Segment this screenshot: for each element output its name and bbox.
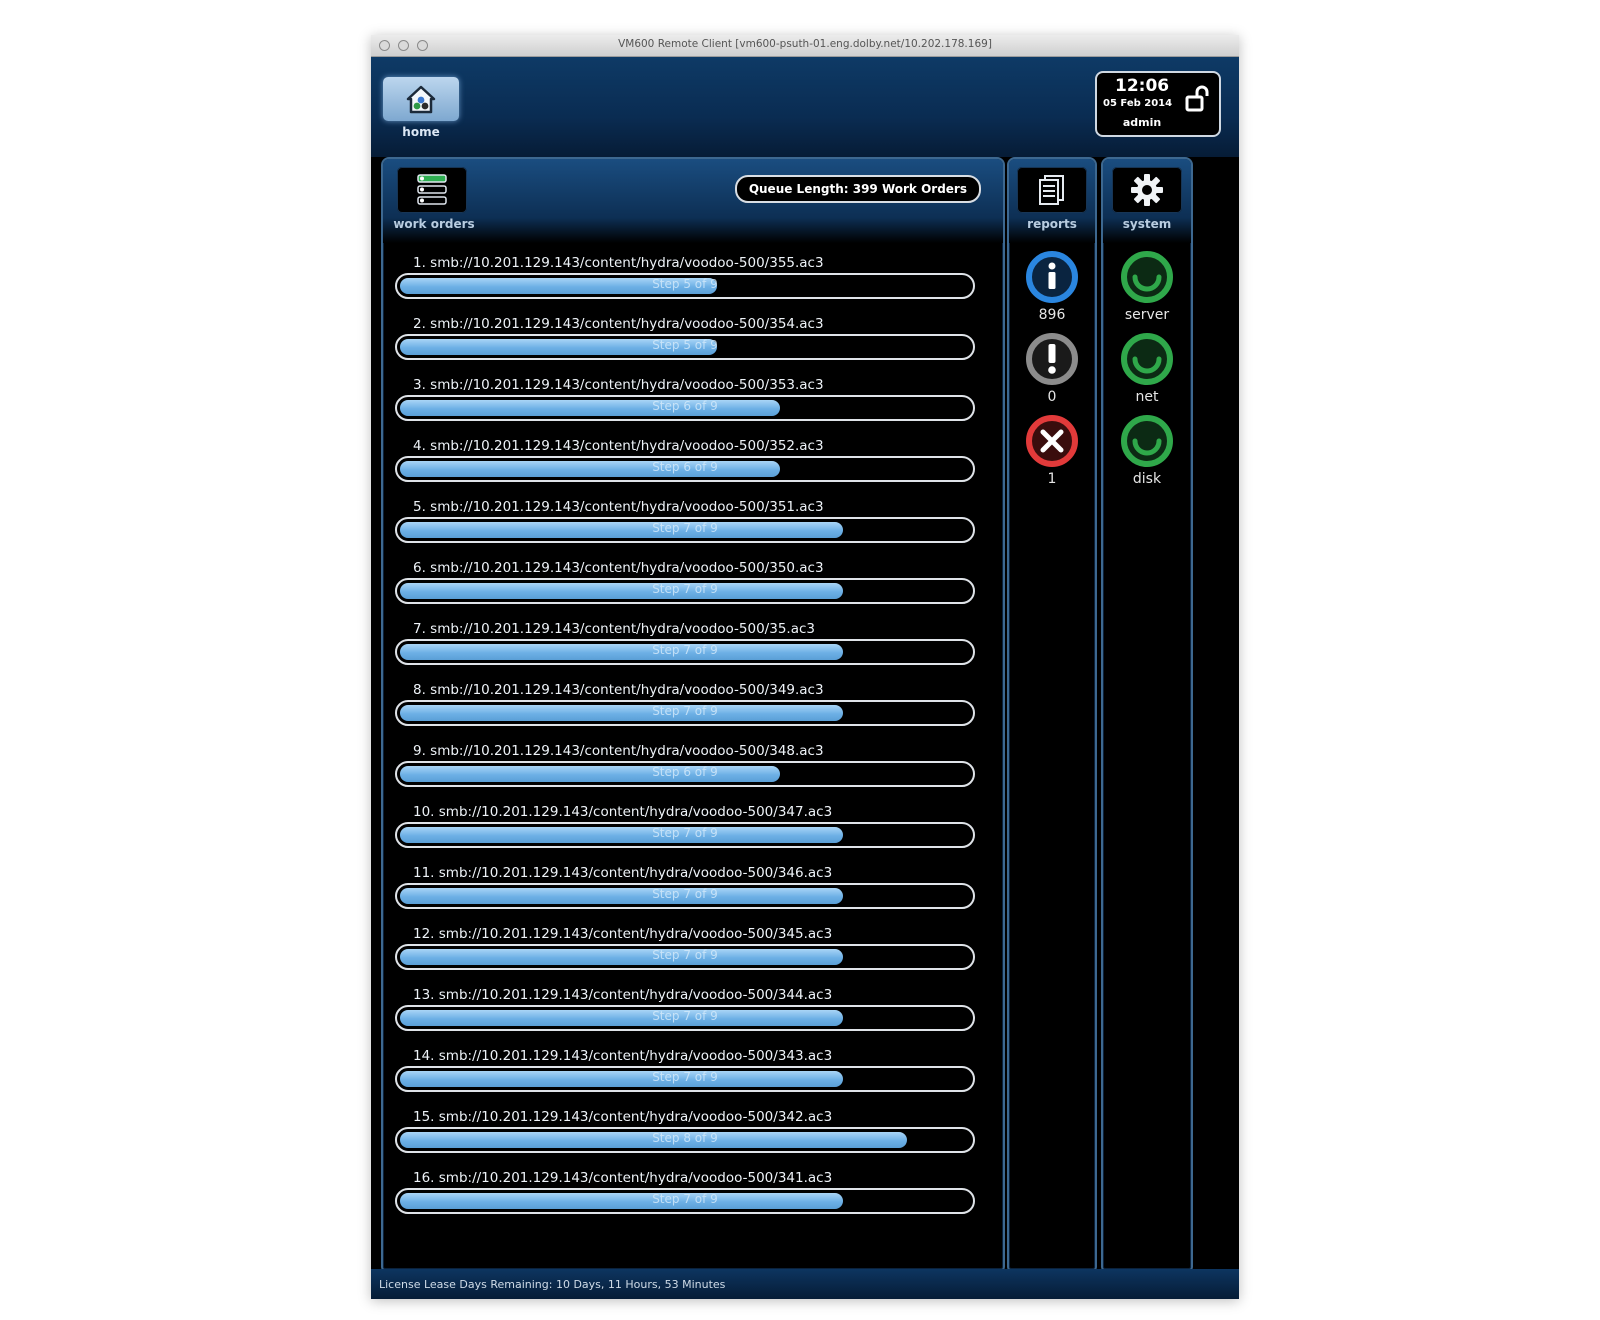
disk-status-ok-icon xyxy=(1121,415,1173,467)
work-order-step-text: Step 7 of 9 xyxy=(652,1009,718,1023)
document-icon xyxy=(1039,175,1064,205)
work-orders-panel-header: work orders Queue Length: 399 Work Order… xyxy=(383,159,1003,243)
work-orders-label: work orders xyxy=(393,217,475,231)
server-status-item[interactable]: server xyxy=(1103,249,1191,323)
server-status-label: server xyxy=(1124,307,1170,323)
title-bar: VM600 Remote Client [vm600-psuth-01.eng.… xyxy=(371,35,1239,57)
work-order-step-text: Step 6 of 9 xyxy=(652,765,718,779)
work-order-row[interactable]: 6. smb://10.201.129.143/content/hydra/vo… xyxy=(395,560,983,621)
net-status-item[interactable]: net xyxy=(1103,331,1191,405)
work-order-path: 5. smb://10.201.129.143/content/hydra/vo… xyxy=(413,499,824,515)
work-order-step-text: Step 7 of 9 xyxy=(652,582,718,596)
work-order-step-text: Step 7 of 9 xyxy=(652,1192,718,1206)
server-status-ok-icon xyxy=(1121,251,1173,303)
work-order-path: 13. smb://10.201.129.143/content/hydra/v… xyxy=(413,987,833,1003)
work-orders-panel: work orders Queue Length: 399 Work Order… xyxy=(381,157,1005,1271)
home-icon xyxy=(406,85,436,114)
work-order-path: 14. smb://10.201.129.143/content/hydra/v… xyxy=(413,1048,833,1064)
work-order-path: 11. smb://10.201.129.143/content/hydra/v… xyxy=(413,865,833,881)
reports-button[interactable] xyxy=(1017,167,1087,213)
license-status: License Lease Days Remaining: 10 Days, 1… xyxy=(379,1278,726,1291)
work-order-step-text: Step 5 of 9 xyxy=(652,277,718,291)
work-order-step-text: Step 7 of 9 xyxy=(652,1070,718,1084)
reports-panel-header: reports xyxy=(1009,159,1095,243)
work-order-row[interactable]: 10. smb://10.201.129.143/content/hydra/v… xyxy=(395,804,983,865)
work-order-step-text: Step 7 of 9 xyxy=(652,704,718,718)
work-order-row[interactable]: 2. smb://10.201.129.143/content/hydra/vo… xyxy=(395,316,983,377)
work-order-row[interactable]: 15. smb://10.201.129.143/content/hydra/v… xyxy=(395,1109,983,1170)
warning-count: 0 xyxy=(1047,389,1057,405)
work-order-path: 15. smb://10.201.129.143/content/hydra/v… xyxy=(413,1109,833,1125)
gear-icon xyxy=(1131,174,1163,206)
work-order-row[interactable]: 3. smb://10.201.129.143/content/hydra/vo… xyxy=(395,377,983,438)
work-order-step-text: Step 8 of 9 xyxy=(652,1131,718,1145)
work-order-row[interactable]: 7. smb://10.201.129.143/content/hydra/vo… xyxy=(395,621,983,682)
system-panel-header: system xyxy=(1103,159,1191,243)
home-button[interactable] xyxy=(383,77,459,121)
work-order-row[interactable]: 8. smb://10.201.129.143/content/hydra/vo… xyxy=(395,682,983,743)
system-label: system xyxy=(1122,217,1172,231)
work-order-row[interactable]: 1. smb://10.201.129.143/content/hydra/vo… xyxy=(395,255,983,316)
work-order-step-text: Step 7 of 9 xyxy=(652,948,718,962)
work-order-row[interactable]: 5. smb://10.201.129.143/content/hydra/vo… xyxy=(395,499,983,560)
work-order-row[interactable]: 4. smb://10.201.129.143/content/hydra/vo… xyxy=(395,438,983,499)
info-icon xyxy=(1026,251,1078,303)
warning-icon xyxy=(1026,333,1078,385)
work-order-step-text: Step 5 of 9 xyxy=(652,338,718,352)
error-count-item[interactable]: 1 xyxy=(1009,413,1095,487)
net-status-label: net xyxy=(1135,389,1159,405)
clock-widget[interactable]: 12:06 05 Feb 2014 admin xyxy=(1095,71,1221,137)
system-button[interactable] xyxy=(1112,167,1182,213)
window-title: VM600 Remote Client [vm600-psuth-01.eng.… xyxy=(618,38,992,50)
work-order-step-text: Step 7 of 9 xyxy=(652,521,718,535)
work-order-path: 16. smb://10.201.129.143/content/hydra/v… xyxy=(413,1170,833,1186)
app-header: home 12:06 05 Feb 2014 admin xyxy=(371,57,1239,157)
work-order-step-text: Step 7 of 9 xyxy=(652,826,718,840)
disk-status-label: disk xyxy=(1132,471,1162,487)
work-order-path: 3. smb://10.201.129.143/content/hydra/vo… xyxy=(413,377,824,393)
system-panel: system server net disk xyxy=(1101,157,1193,1271)
work-order-path: 4. smb://10.201.129.143/content/hydra/vo… xyxy=(413,438,824,454)
net-status-ok-icon xyxy=(1121,333,1173,385)
work-order-path: 8. smb://10.201.129.143/content/hydra/vo… xyxy=(413,682,824,698)
work-orders-list: 1. smb://10.201.129.143/content/hydra/vo… xyxy=(395,255,983,1231)
work-order-path: 7. smb://10.201.129.143/content/hydra/vo… xyxy=(413,621,815,637)
work-order-step-text: Step 6 of 9 xyxy=(652,399,718,413)
work-orders-button[interactable] xyxy=(397,167,467,213)
work-order-path: 1. smb://10.201.129.143/content/hydra/vo… xyxy=(413,255,824,271)
work-order-row[interactable]: 16. smb://10.201.129.143/content/hydra/v… xyxy=(395,1170,983,1231)
work-order-path: 10. smb://10.201.129.143/content/hydra/v… xyxy=(413,804,833,820)
work-order-row[interactable]: 13. smb://10.201.129.143/content/hydra/v… xyxy=(395,987,983,1048)
home-label: home xyxy=(402,125,440,139)
queue-length-badge: Queue Length: 399 Work Orders xyxy=(734,175,981,203)
unlock-icon[interactable] xyxy=(1185,85,1211,113)
work-order-row[interactable]: 14. smb://10.201.129.143/content/hydra/v… xyxy=(395,1048,983,1109)
work-order-path: 9. smb://10.201.129.143/content/hydra/vo… xyxy=(413,743,824,759)
clock-date: 05 Feb 2014 xyxy=(1103,98,1173,109)
error-icon xyxy=(1026,415,1078,467)
work-order-row[interactable]: 9. smb://10.201.129.143/content/hydra/vo… xyxy=(395,743,983,804)
work-order-path: 2. smb://10.201.129.143/content/hydra/vo… xyxy=(413,316,824,332)
work-order-path: 12. smb://10.201.129.143/content/hydra/v… xyxy=(413,926,833,942)
work-order-row[interactable]: 12. smb://10.201.129.143/content/hydra/v… xyxy=(395,926,983,987)
disk-status-item[interactable]: disk xyxy=(1103,413,1191,487)
app-window: VM600 Remote Client [vm600-psuth-01.eng.… xyxy=(371,35,1239,1299)
warning-count-item[interactable]: 0 xyxy=(1009,331,1095,405)
info-count: 896 xyxy=(1038,307,1066,323)
logged-in-user: admin xyxy=(1122,116,1162,129)
work-order-step-text: Step 7 of 9 xyxy=(652,887,718,901)
work-order-path: 6. smb://10.201.129.143/content/hydra/vo… xyxy=(413,560,824,576)
reports-label: reports xyxy=(1027,217,1077,231)
work-order-row[interactable]: 11. smb://10.201.129.143/content/hydra/v… xyxy=(395,865,983,926)
work-order-step-text: Step 6 of 9 xyxy=(652,460,718,474)
work-order-step-text: Step 7 of 9 xyxy=(652,643,718,657)
info-count-item[interactable]: 896 xyxy=(1009,249,1095,323)
work-orders-icon xyxy=(417,174,447,205)
status-footer: License Lease Days Remaining: 10 Days, 1… xyxy=(371,1269,1239,1299)
reports-panel: reports 896 0 1 xyxy=(1007,157,1097,1271)
clock-time: 12:06 xyxy=(1115,76,1170,96)
error-count: 1 xyxy=(1047,471,1057,487)
